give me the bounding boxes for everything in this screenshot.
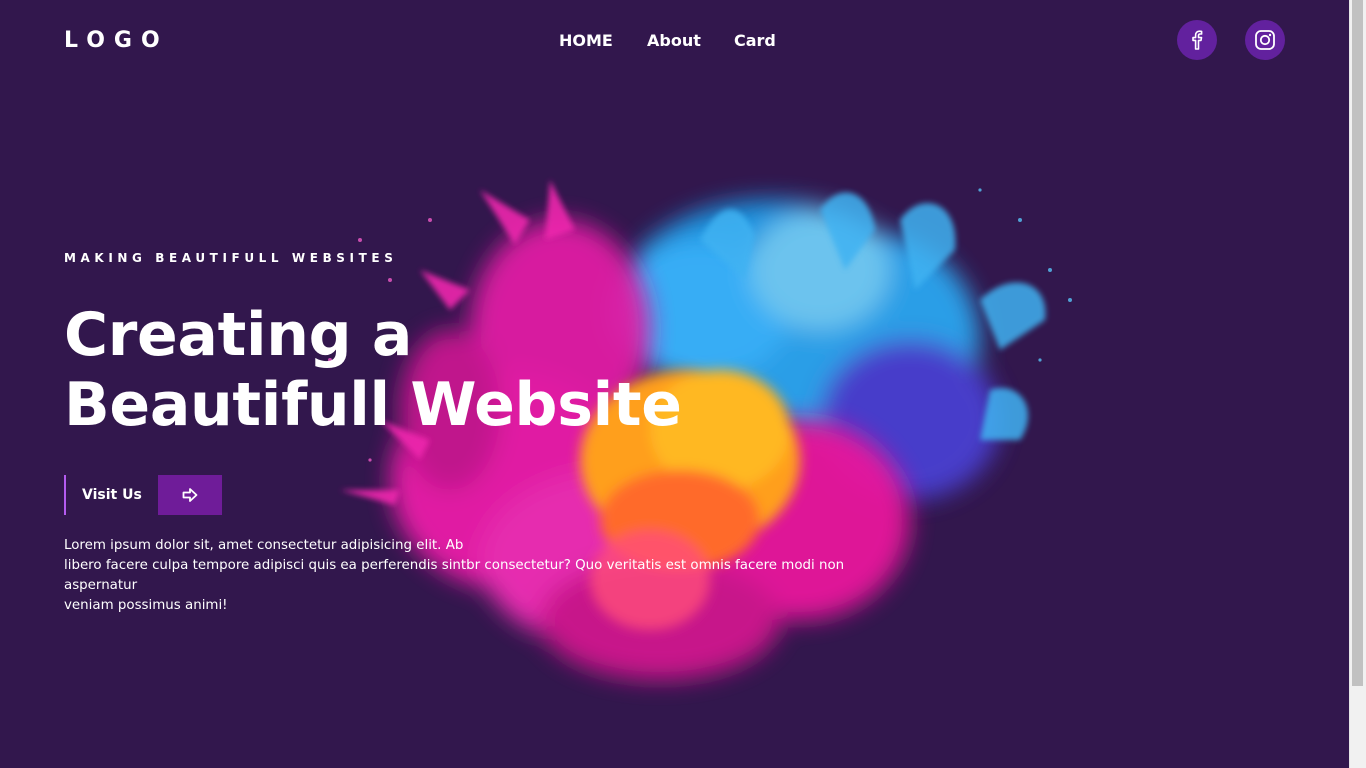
page-scrollbar[interactable]	[1349, 0, 1366, 768]
instagram-icon	[1255, 30, 1275, 50]
nav-link-card[interactable]: Card	[734, 31, 776, 51]
paint-explosion-image	[328, 180, 1072, 680]
facebook-icon	[1192, 30, 1203, 50]
arrow-right-icon	[182, 488, 198, 502]
nav-link-about[interactable]: About	[647, 31, 701, 51]
scrollbar-thumb[interactable]	[1352, 0, 1363, 686]
visit-us-button[interactable]: Visit Us	[64, 475, 158, 515]
instagram-button[interactable]	[1245, 20, 1285, 60]
visit-us-cta[interactable]: Visit Us	[64, 475, 222, 515]
main-nav: HOME About Card	[0, 31, 1349, 51]
hero-title: Creating a Beautifull Website	[64, 300, 682, 440]
facebook-button[interactable]	[1177, 20, 1217, 60]
hero-title-line-1: Creating a	[64, 300, 413, 370]
visit-us-arrow-button[interactable]	[157, 475, 222, 515]
hero-title-line-2: Beautifull Website	[64, 370, 682, 440]
hero-description: Lorem ipsum dolor sit, amet consectetur …	[64, 538, 845, 613]
hero-eyebrow: MAKING BEAUTIFULL WEBSITES	[64, 251, 398, 265]
landing-page: LOGO HOME About Card MAKING BEAUTIFULL W…	[0, 0, 1349, 768]
nav-link-home[interactable]: HOME	[559, 31, 613, 51]
